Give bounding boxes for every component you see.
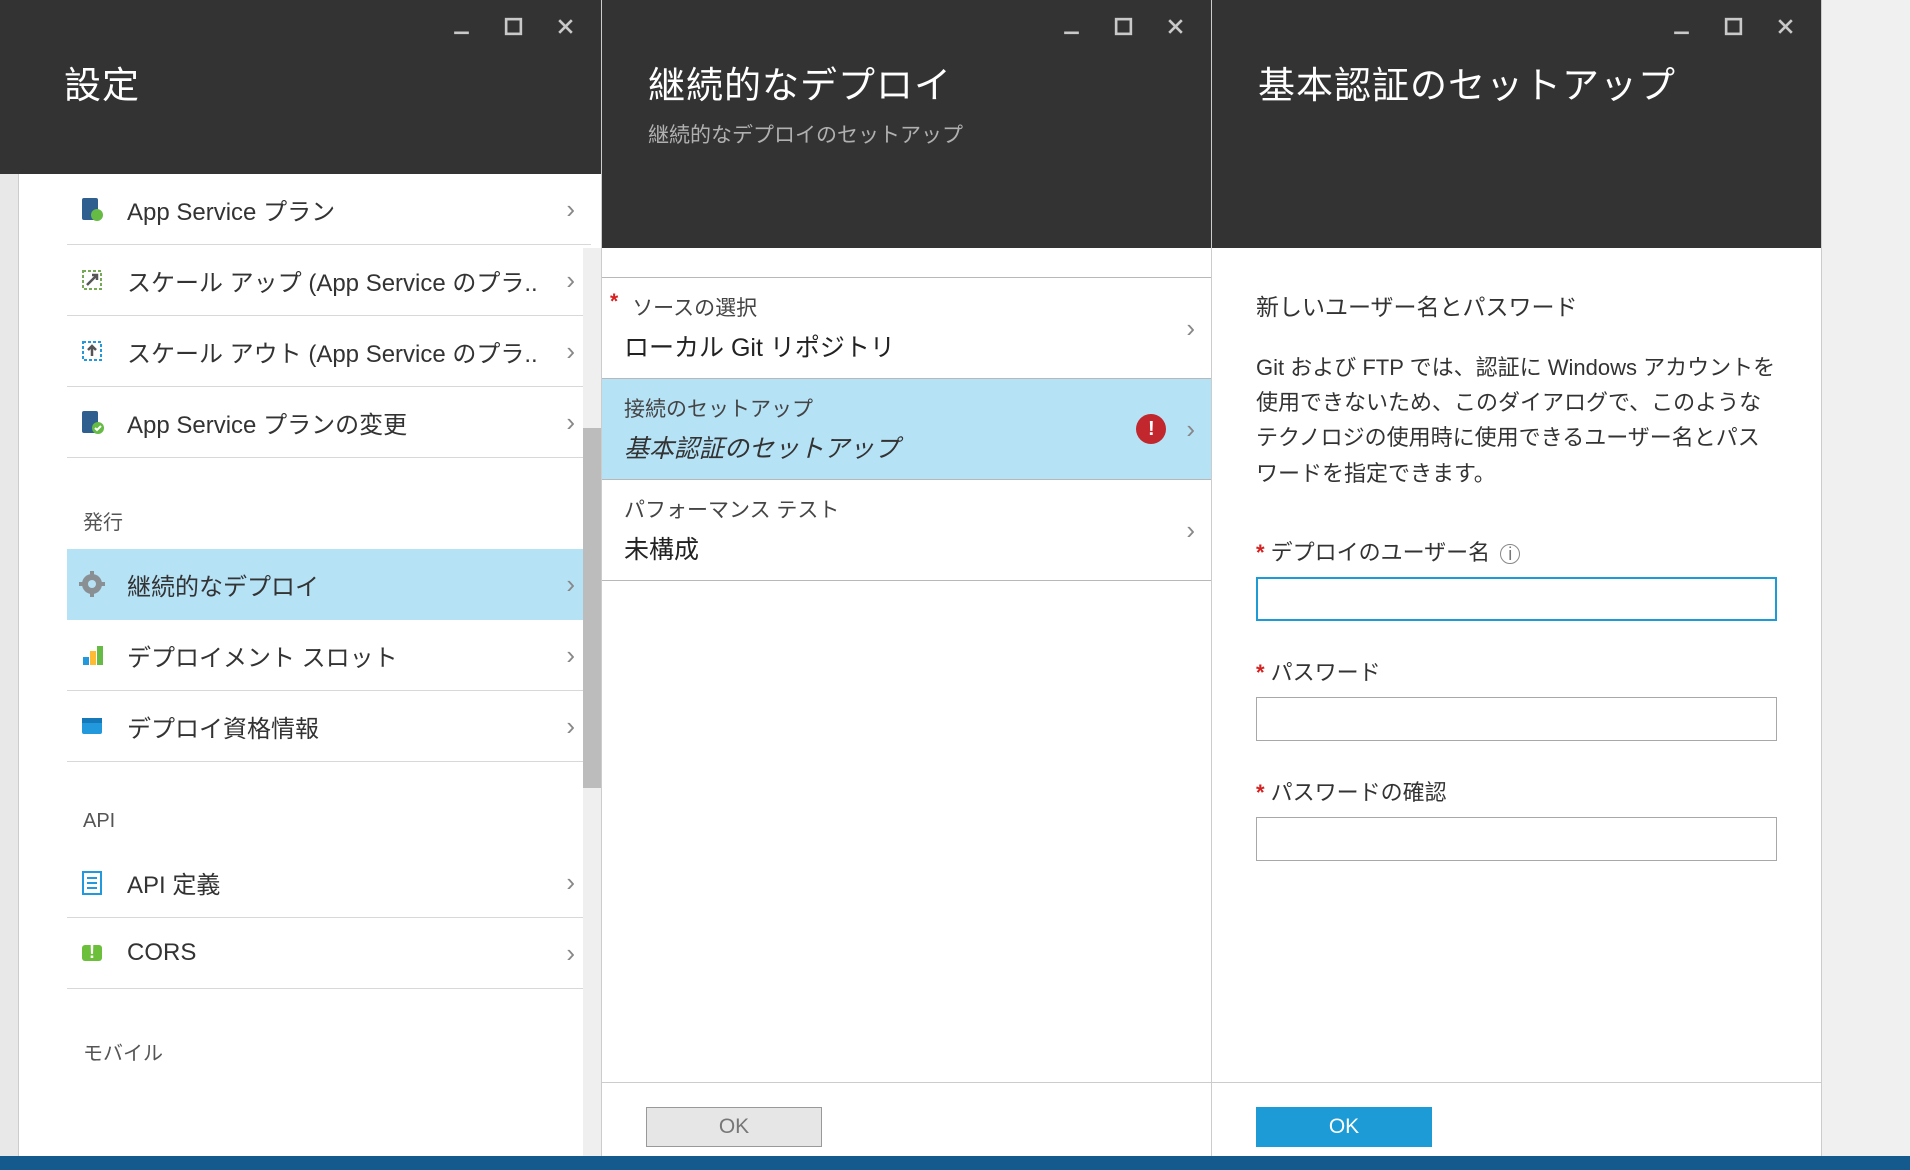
- close-icon[interactable]: [1761, 6, 1809, 46]
- panel-spacer: [602, 248, 1211, 278]
- chevron-right-icon: ›: [566, 407, 575, 438]
- section-mobile: モバイル: [67, 989, 591, 1080]
- scrollbar[interactable]: [583, 248, 601, 1170]
- minimize-icon[interactable]: [437, 6, 485, 46]
- scale-up-icon: [77, 265, 107, 295]
- field-value: 未構成: [624, 530, 1178, 566]
- chevron-right-icon: ›: [566, 265, 575, 296]
- field-label: 接続のセットアップ: [624, 393, 1136, 423]
- bottom-bar: [0, 1156, 1910, 1170]
- chevron-right-icon: ›: [1186, 414, 1195, 445]
- username-label: デプロイのユーザー名: [1271, 540, 1491, 565]
- password-label: パスワード: [1271, 660, 1381, 685]
- cors-icon: !: [77, 938, 107, 968]
- chevron-right-icon: ›: [566, 569, 575, 600]
- gear-icon: [77, 569, 107, 599]
- server-icon: [77, 194, 107, 224]
- close-icon[interactable]: [541, 6, 589, 46]
- menu-label: スケール アウト (App Service のプラ..: [127, 334, 558, 369]
- maximize-icon[interactable]: [1099, 6, 1147, 46]
- minimize-icon[interactable]: [1047, 6, 1095, 46]
- menu-item-deploy-credentials[interactable]: デプロイ資格情報 ›: [67, 691, 591, 762]
- blade-subtitle: 継続的なデプロイのセットアップ: [648, 119, 1165, 149]
- field-label: パフォーマンス テスト: [624, 494, 1178, 524]
- chevron-right-icon: ›: [1186, 313, 1195, 344]
- chevron-right-icon: ›: [566, 640, 575, 671]
- ok-button[interactable]: OK: [646, 1107, 822, 1147]
- chevron-right-icon: ›: [566, 867, 575, 898]
- api-definition-icon: [77, 867, 107, 897]
- field-value: ローカル Git リポジトリ: [624, 328, 1178, 364]
- deploy-body: *ソースの選択 ローカル Git リポジトリ › 接続のセットアップ 基本認証の…: [602, 248, 1211, 1170]
- close-icon[interactable]: [1151, 6, 1199, 46]
- blade-title: 継続的なデプロイ: [648, 55, 1165, 109]
- section-api: API: [67, 762, 591, 847]
- change-plan-icon: [77, 407, 107, 437]
- menu-label: App Service プランの変更: [127, 405, 558, 440]
- menu-label: 継続的なデプロイ: [127, 567, 558, 602]
- field-label: ソースの選択: [632, 297, 757, 320]
- blade-continuous-deploy: 継続的なデプロイ 継続的なデプロイのセットアップ *ソースの選択 ローカル Gi…: [602, 0, 1212, 1170]
- minimize-icon[interactable]: [1657, 6, 1705, 46]
- auth-body: 新しいユーザー名とパスワード Git および FTP では、認証に Window…: [1212, 248, 1821, 1170]
- scale-out-icon: [77, 336, 107, 366]
- panel-source-selection[interactable]: *ソースの選択 ローカル Git リポジトリ ›: [602, 278, 1211, 379]
- blade-header: 設定: [0, 0, 601, 174]
- menu-item-api-definition[interactable]: API 定義 ›: [67, 847, 591, 918]
- slots-icon: [77, 640, 107, 670]
- error-badge-icon: !: [1136, 414, 1166, 444]
- blade-title: 基本認証のセットアップ: [1258, 55, 1775, 109]
- password-input[interactable]: [1256, 697, 1777, 741]
- panel-performance-test[interactable]: パフォーマンス テスト 未構成 ›: [602, 480, 1211, 581]
- section-publish: 発行: [67, 458, 591, 549]
- menu-label: CORS: [127, 939, 558, 967]
- ok-button[interactable]: OK: [1256, 1107, 1432, 1147]
- blade-basic-auth: 基本認証のセットアップ 新しいユーザー名とパスワード Git および FTP で…: [1212, 0, 1822, 1170]
- chevron-right-icon: ›: [566, 711, 575, 742]
- info-icon[interactable]: i: [1500, 544, 1520, 564]
- chevron-right-icon: ›: [566, 938, 575, 969]
- menu-item-cors[interactable]: ! CORS ›: [67, 918, 591, 989]
- blade-title: 設定: [64, 55, 555, 109]
- blade-settings: 設定 App Service プラン › スケール アップ (App Servi…: [0, 0, 602, 1170]
- menu-label: App Service プラン: [127, 192, 558, 227]
- panel-connection-setup[interactable]: 接続のセットアップ 基本認証のセットアップ ! ›: [602, 379, 1211, 480]
- menu-item-deployment-slots[interactable]: デプロイメント スロット ›: [67, 620, 591, 691]
- maximize-icon[interactable]: [1709, 6, 1757, 46]
- menu-item-continuous-deploy[interactable]: 継続的なデプロイ ›: [67, 549, 591, 620]
- blade-header: 継続的なデプロイ 継続的なデプロイのセットアップ: [602, 0, 1211, 248]
- blade-header: 基本認証のセットアップ: [1212, 0, 1821, 248]
- maximize-icon[interactable]: [489, 6, 537, 46]
- menu-item-scale-up[interactable]: スケール アップ (App Service のプラ.. ›: [67, 245, 591, 316]
- credentials-icon: [77, 711, 107, 741]
- menu-label: スケール アップ (App Service のプラ..: [127, 263, 558, 298]
- username-input[interactable]: [1256, 577, 1777, 621]
- menu-item-change-plan[interactable]: App Service プランの変更 ›: [67, 387, 591, 458]
- svg-text:!: !: [89, 942, 95, 962]
- chevron-right-icon: ›: [566, 336, 575, 367]
- confirm-password-input[interactable]: [1256, 817, 1777, 861]
- menu-label: デプロイメント スロット: [127, 638, 558, 673]
- field-value: 基本認証のセットアップ: [624, 429, 1136, 465]
- chevron-right-icon: ›: [566, 194, 575, 225]
- menu-label: デプロイ資格情報: [127, 709, 558, 744]
- confirm-password-label: パスワードの確認: [1271, 780, 1447, 805]
- menu-item-app-service-plan[interactable]: App Service プラン ›: [67, 174, 591, 245]
- form-description: Git および FTP では、認証に Windows アカウントを使用できないた…: [1256, 350, 1777, 491]
- menu-item-scale-out[interactable]: スケール アウト (App Service のプラ.. ›: [67, 316, 591, 387]
- chevron-right-icon: ›: [1186, 515, 1195, 546]
- scrollbar-thumb[interactable]: [583, 428, 601, 788]
- settings-body: App Service プラン › スケール アップ (App Service …: [19, 174, 601, 1170]
- form-heading: 新しいユーザー名とパスワード: [1256, 288, 1777, 322]
- menu-label: API 定義: [127, 865, 558, 900]
